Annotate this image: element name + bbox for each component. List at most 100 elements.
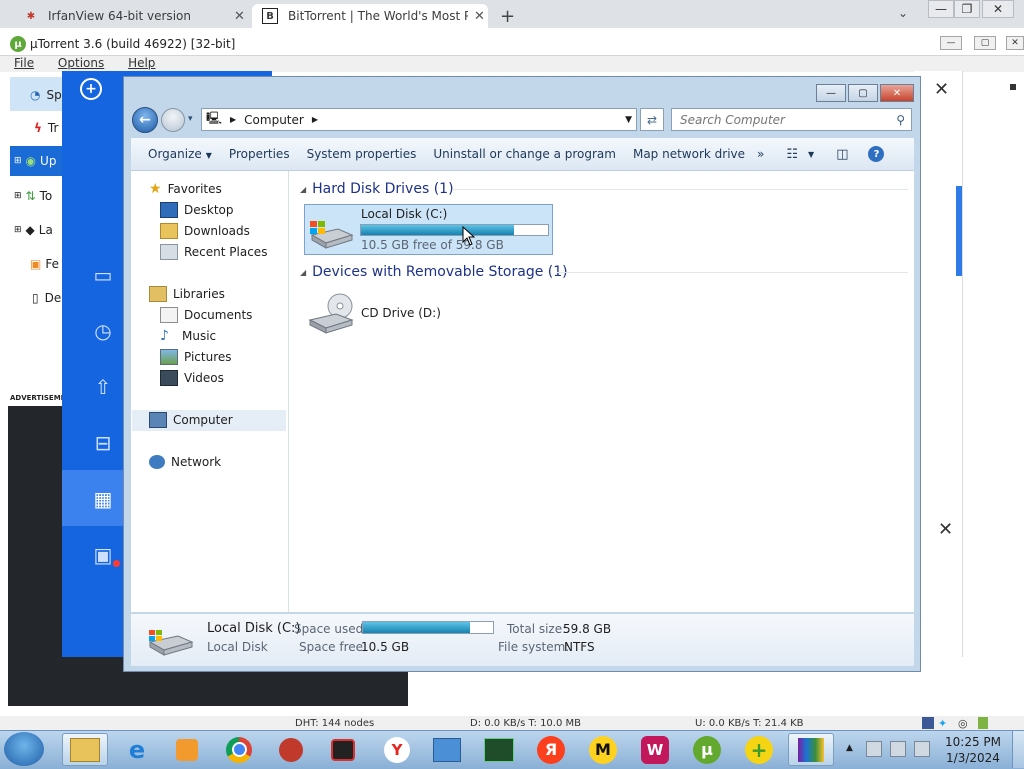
close-icon[interactable]: ✕ [934, 79, 949, 100]
utorrent-icon[interactable]: µ [684, 733, 730, 766]
utorrent-minimize-button[interactable]: — [940, 36, 962, 50]
dropdown-arrow-icon[interactable]: ▼ [808, 150, 814, 159]
system-properties-button[interactable]: System properties [307, 147, 417, 161]
twitter-icon[interactable]: ✦ [938, 717, 952, 730]
sidebar-item-feeds[interactable]: ▣ Fe [30, 251, 59, 277]
volume-muted-icon[interactable] [914, 741, 930, 757]
sidebar-item-devices[interactable]: ▯ De [32, 285, 61, 311]
browser-tab-bittorrent[interactable]: B BitTorrent | The World's Most Popular … [252, 4, 488, 28]
cd-drive-name[interactable]: CD Drive (D:) [361, 306, 441, 320]
green-plus-icon[interactable]: + [736, 733, 782, 766]
file-explorer-icon[interactable] [62, 733, 108, 766]
computer-small-icon: 🖳 [206, 111, 223, 125]
wondershare-icon[interactable]: W [632, 733, 678, 766]
rss-feed-icon: ▣ [30, 257, 42, 271]
start-button[interactable] [4, 732, 44, 766]
menu-help[interactable]: Help [128, 56, 155, 70]
group-hard-disk-drives[interactable]: ◢ Hard Disk Drives (1) [300, 178, 454, 200]
apps-grid-icon[interactable]: ▦ [88, 484, 118, 514]
browser-close-button[interactable]: ✕ [982, 0, 1014, 18]
sidebar-item-speed[interactable]: ◔ Sp [30, 82, 62, 108]
facebook-icon[interactable] [922, 717, 934, 729]
nav-music[interactable]: ♪ Music [160, 326, 216, 346]
map-network-drive-button[interactable]: Map network drive [633, 147, 745, 161]
browser-tab-irfanview[interactable]: ✱ IrfanView 64-bit version ✕ [14, 4, 246, 28]
show-hidden-icons-arrow[interactable]: ▲ [846, 743, 853, 753]
media-player-icon[interactable] [164, 733, 210, 766]
monitor-icon[interactable]: ▭ [88, 260, 118, 290]
documents-icon [160, 307, 178, 323]
new-tab-button[interactable]: + [500, 6, 515, 27]
forward-arrow-icon[interactable] [161, 108, 185, 132]
chrome-icon[interactable] [216, 733, 262, 766]
view-options-icon[interactable]: ☷ [786, 147, 798, 162]
explorer-close-button[interactable]: ✕ [880, 84, 914, 102]
search-box[interactable]: ⚲ [671, 108, 912, 131]
yandex-browser-icon[interactable]: Y [374, 733, 420, 766]
close-icon[interactable]: ✕ [938, 519, 953, 540]
taskbar-clock[interactable]: 10:25 PM 1/3/2024 [938, 734, 1008, 766]
nav-pictures[interactable]: Pictures [160, 347, 232, 367]
back-arrow-icon[interactable]: ← [132, 107, 158, 133]
properties-button[interactable]: Properties [229, 147, 290, 161]
nav-downloads[interactable]: Downloads [160, 221, 250, 241]
nav-desktop[interactable]: Desktop [160, 200, 234, 220]
hm-app-icon[interactable]: M [580, 733, 626, 766]
nav-videos[interactable]: Videos [160, 368, 224, 388]
preview-pane-icon[interactable]: ◫ [836, 147, 848, 162]
explorer-maximize-button[interactable]: ▢ [848, 84, 878, 102]
tab-list-chevron-icon[interactable]: ⌄ [898, 6, 908, 20]
total-size-label: Total size: [507, 622, 567, 636]
nav-favorites[interactable]: ★ Favorites [149, 179, 222, 199]
nav-recent-places[interactable]: Recent Places [160, 242, 267, 262]
task-manager-icon[interactable] [476, 733, 522, 766]
show-desktop-button[interactable] [1012, 731, 1024, 768]
globe-icon[interactable]: ◎ [958, 717, 968, 730]
sidebar-item-torrent-list[interactable]: ⊞ ⇅ To [14, 183, 52, 209]
browser-minimize-button[interactable]: — [928, 0, 954, 18]
nav-libraries[interactable]: Libraries [149, 284, 225, 304]
close-tab-icon[interactable]: ✕ [474, 9, 485, 24]
sidebar-item-labels[interactable]: ⊞ ◆ La [14, 217, 53, 243]
browser-restore-button[interactable]: ❐ [954, 0, 980, 18]
winrar-icon[interactable] [788, 733, 834, 766]
space-free-label: Space free: [299, 640, 368, 654]
uninstall-program-button[interactable]: Uninstall or change a program [433, 147, 616, 161]
nav-computer[interactable]: Computer [149, 410, 233, 430]
flag-alert-icon[interactable] [866, 741, 882, 757]
address-dropdown-icon[interactable]: ▼ [625, 115, 632, 125]
organize-button[interactable]: Organize ▼ [148, 147, 212, 161]
sidebar-item-torrents[interactable]: ϟ Tr [34, 115, 58, 141]
menu-file[interactable]: File [14, 56, 34, 70]
sidebar-item-upgrade[interactable]: ⊞ ◉ Up [14, 148, 56, 174]
cd-drive-icon[interactable] [306, 292, 356, 336]
group-removable-storage[interactable]: ◢ Devices with Removable Storage (1) [300, 261, 568, 283]
rocket-icon[interactable]: ⇧ [88, 372, 118, 402]
network-tray-icon[interactable] [890, 741, 906, 757]
search-input[interactable] [678, 111, 882, 128]
yandex-icon[interactable]: Я [528, 733, 574, 766]
speedometer-icon[interactable]: ◷ [88, 316, 118, 346]
search-icon[interactable]: ⚲ [896, 113, 905, 127]
spider-app-icon[interactable] [268, 733, 314, 766]
breadcrumb-computer[interactable]: Computer [244, 113, 304, 127]
close-tab-icon[interactable]: ✕ [234, 9, 245, 24]
nav-network[interactable]: Network [149, 452, 221, 472]
utorrent-maximize-button[interactable]: ▢ [974, 36, 996, 50]
help-icon[interactable]: ? [868, 146, 885, 162]
utorrent-close-button[interactable]: ✕ [1006, 36, 1024, 50]
scrollbar-thumb[interactable] [956, 186, 962, 276]
control-panel-icon[interactable] [424, 733, 470, 766]
recent-pages-chevron-icon[interactable]: ▾ [188, 114, 193, 124]
toolbox-icon[interactable]: ⊟ [88, 428, 118, 458]
video-recorder-icon[interactable] [320, 733, 366, 766]
explorer-minimize-button[interactable]: — [816, 84, 846, 102]
more-commands-button[interactable]: » [757, 147, 764, 161]
internet-explorer-icon[interactable]: e [114, 733, 160, 766]
collapse-triangle-icon: ◢ [300, 267, 307, 277]
menu-options[interactable]: Options [58, 56, 104, 70]
android-icon[interactable] [978, 717, 988, 729]
nav-documents[interactable]: Documents [160, 305, 252, 325]
address-bar[interactable]: 🖳 ▶ Computer ▶ ▼ [201, 108, 637, 131]
refresh-icon[interactable]: ⇄ [640, 108, 664, 131]
